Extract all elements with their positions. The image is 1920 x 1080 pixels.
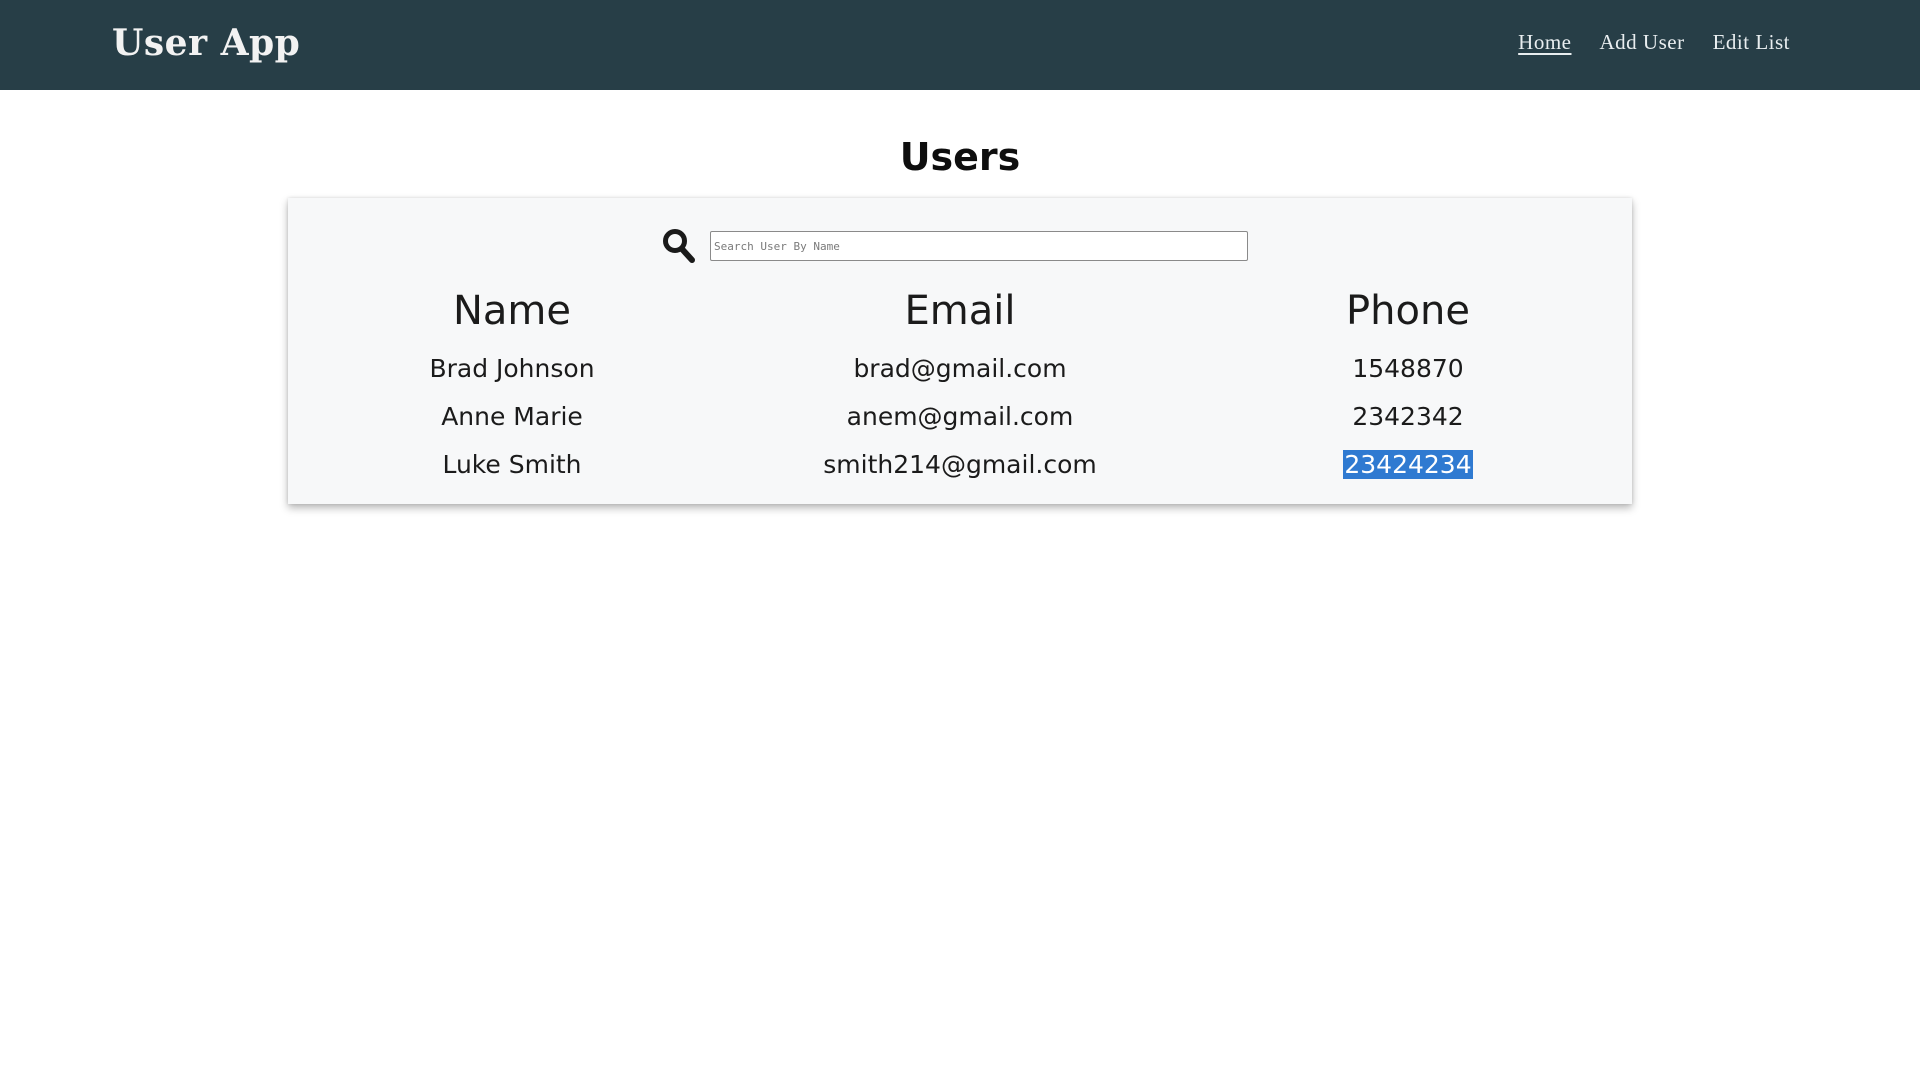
user-email-cell: smith214@gmail.com	[823, 449, 1097, 479]
user-name-cell: Brad Johnson	[429, 353, 595, 383]
user-name-cell: Luke Smith	[442, 449, 582, 479]
user-phone-cell: 23424234	[1184, 440, 1632, 488]
user-phone-cell: 1548870	[1352, 353, 1464, 383]
page-title: Users	[899, 135, 1021, 179]
user-phone-cell: 2342342	[1352, 401, 1464, 431]
search-icon[interactable]	[662, 228, 696, 264]
selected-text-highlight: 23424234	[1343, 449, 1473, 479]
user-email-cell: brad@gmail.com	[853, 353, 1067, 383]
navbar: User App Home Add User Edit List	[0, 0, 1920, 90]
nav-add-user-link[interactable]: Add User	[1600, 30, 1685, 55]
column-header-email[interactable]: Email	[736, 278, 1184, 344]
users-table: Name Email Phone Brad Johnson brad@gmail…	[288, 278, 1632, 488]
table-row: Brad Johnson brad@gmail.com 1548870	[288, 344, 1632, 392]
search-input[interactable]	[710, 231, 1248, 261]
brand-logo[interactable]: User App	[112, 22, 300, 64]
table-row: Luke Smith smith214@gmail.com 23424234	[288, 440, 1632, 488]
search-bar	[662, 228, 1248, 264]
users-card: Name Email Phone Brad Johnson brad@gmail…	[288, 198, 1632, 504]
nav-links: Home Add User Edit List	[1518, 30, 1790, 55]
user-name-cell: Anne Marie	[441, 401, 583, 431]
nav-home-link[interactable]: Home	[1518, 30, 1571, 55]
column-header-name[interactable]: Name	[288, 278, 736, 344]
column-header-phone[interactable]: Phone	[1184, 278, 1632, 344]
user-email-cell: anem@gmail.com	[846, 401, 1074, 431]
table-row: Anne Marie anem@gmail.com 2342342	[288, 392, 1632, 440]
table-header-row: Name Email Phone	[288, 278, 1632, 344]
nav-edit-list-link[interactable]: Edit List	[1713, 30, 1790, 55]
